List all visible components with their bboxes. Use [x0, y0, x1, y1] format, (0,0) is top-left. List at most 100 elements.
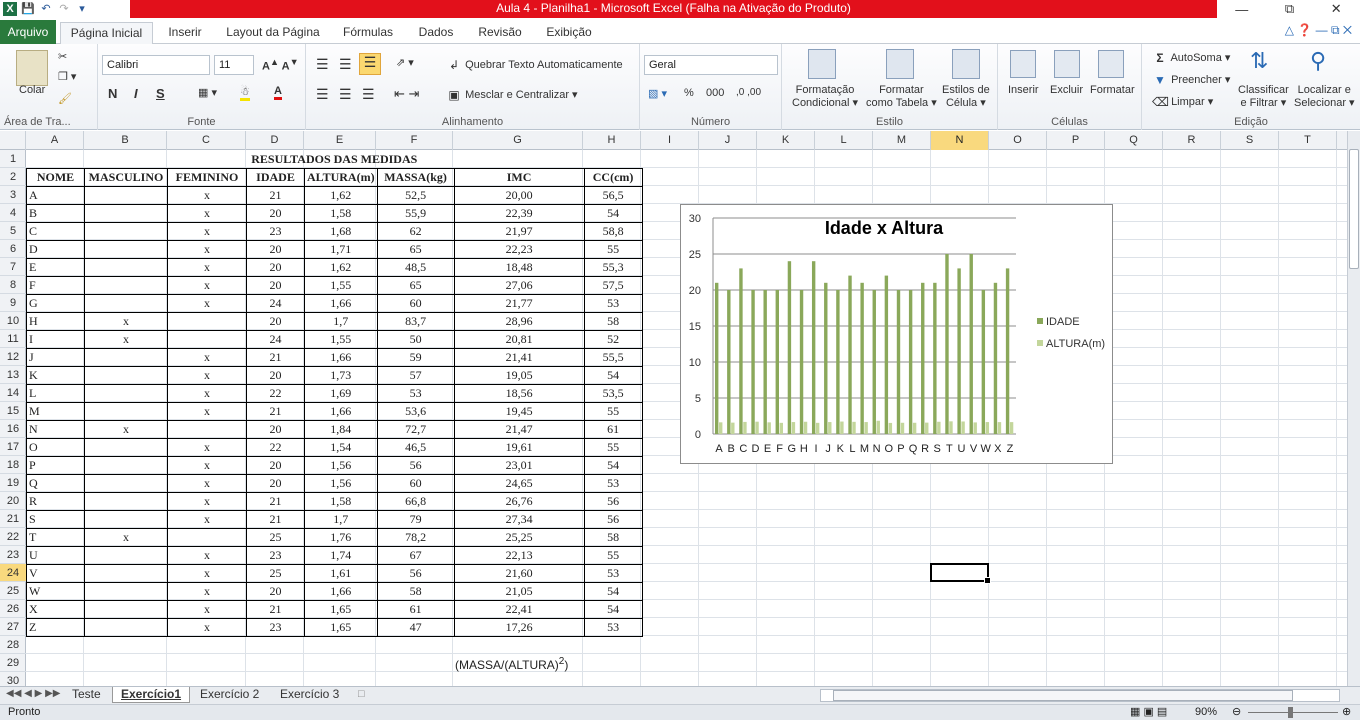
table-cell[interactable]: 20,81	[453, 329, 585, 349]
table-cell[interactable]: F	[26, 275, 85, 295]
table-cell[interactable]: 66,8	[376, 491, 455, 511]
table-cell[interactable]: 21,77	[453, 293, 585, 313]
table-cell[interactable]: 54	[583, 365, 643, 385]
table-cell[interactable]: 53,5	[583, 383, 643, 403]
percent-button[interactable]: %	[684, 87, 694, 99]
column-header-o[interactable]: O	[989, 131, 1047, 150]
column-label[interactable]: MASCULINO	[84, 167, 168, 187]
table-cell[interactable]: 23,01	[453, 455, 585, 475]
table-cell[interactable]: C	[26, 221, 85, 241]
table-cell[interactable]: 22,13	[453, 545, 585, 565]
table-cell[interactable]: 60	[376, 293, 455, 313]
table-cell[interactable]: 53	[376, 383, 455, 403]
tab-layout[interactable]: Layout da Página	[218, 22, 328, 44]
sheet-tab-exercicio1[interactable]: Exercício1	[112, 687, 191, 703]
align-top-icon[interactable]: ☰	[316, 56, 329, 73]
align-right-icon[interactable]: ☰	[362, 86, 375, 103]
table-cell[interactable]: 47	[376, 617, 455, 637]
table-cell[interactable]: B	[26, 203, 85, 223]
table-cell[interactable]: x	[167, 383, 247, 403]
table-cell[interactable]: 65	[376, 275, 455, 295]
column-header-l[interactable]: L	[815, 131, 873, 150]
table-cell[interactable]: 72,7	[376, 419, 455, 439]
table-cell[interactable]: 55	[583, 401, 643, 421]
column-label[interactable]: MASSA(kg)	[376, 167, 455, 187]
table-cell[interactable]: x	[167, 257, 247, 277]
italic-button[interactable]: I	[134, 86, 138, 101]
table-cell[interactable]: x	[167, 239, 247, 259]
row-header-22[interactable]: 22	[0, 528, 26, 546]
row-header-27[interactable]: 27	[0, 618, 26, 636]
tab-revisao[interactable]: Revisão	[468, 22, 532, 44]
format-cells-icon[interactable]	[1098, 50, 1124, 78]
table-cell[interactable]: 61	[376, 599, 455, 619]
table-cell[interactable]: 59	[376, 347, 455, 367]
column-header-t[interactable]: T	[1279, 131, 1337, 150]
table-cell[interactable]: 25,25	[453, 527, 585, 547]
table-cell[interactable]: E	[26, 257, 85, 277]
table-cell[interactable]	[84, 203, 168, 223]
sheet-tab-exercicio2[interactable]: Exercício 2	[192, 687, 267, 703]
table-cell[interactable]: x	[167, 599, 247, 619]
merge-center-button[interactable]: ▣ Mesclar e Centralizar ▾	[446, 87, 577, 103]
table-cell[interactable]: 22	[246, 383, 305, 403]
tab-dados[interactable]: Dados	[408, 22, 464, 44]
table-cell[interactable]: x	[167, 563, 247, 583]
table-cell[interactable]: 21,41	[453, 347, 585, 367]
table-cell[interactable]: 58,8	[583, 221, 643, 241]
table-cell[interactable]: 26,76	[453, 491, 585, 511]
table-cell[interactable]: M	[26, 401, 85, 421]
table-cell[interactable]	[84, 185, 168, 205]
table-cell[interactable]: 55	[583, 239, 643, 259]
zoom-slider-thumb[interactable]	[1288, 707, 1293, 718]
column-header-p[interactable]: P	[1047, 131, 1105, 150]
table-cell[interactable]	[84, 581, 168, 601]
table-cell[interactable]: 56	[583, 491, 643, 511]
table-cell[interactable]: x	[167, 437, 247, 457]
conditional-format-icon[interactable]	[808, 49, 836, 79]
table-cell[interactable]: x	[167, 455, 247, 475]
table-cell[interactable]: x	[167, 617, 247, 637]
column-header-c[interactable]: C	[167, 131, 246, 150]
row-header-24[interactable]: 24	[0, 564, 26, 582]
table-cell[interactable]: 53	[583, 617, 643, 637]
indent-icons[interactable]: ⇤ ⇥	[394, 86, 419, 102]
column-header-n[interactable]: N	[931, 131, 989, 150]
table-cell[interactable]: 61	[583, 419, 643, 439]
table-cell[interactable]: 24	[246, 329, 305, 349]
table-cell[interactable]: 22	[246, 437, 305, 457]
column-header-m[interactable]: M	[873, 131, 931, 150]
column-header-r[interactable]: R	[1163, 131, 1221, 150]
table-cell[interactable]: x	[84, 419, 168, 439]
row-header-7[interactable]: 7	[0, 258, 26, 276]
table-cell[interactable]: 55	[583, 437, 643, 457]
table-cell[interactable]	[84, 239, 168, 259]
table-cell[interactable]: x	[167, 185, 247, 205]
grow-font-icon[interactable]: A▲ A▼	[262, 57, 299, 73]
column-label[interactable]: IMC	[453, 167, 585, 187]
table-cell[interactable]: 57,5	[583, 275, 643, 295]
row-header-11[interactable]: 11	[0, 330, 26, 348]
tab-arquivo[interactable]: Arquivo	[0, 20, 56, 44]
column-header-b[interactable]: B	[84, 131, 167, 150]
row-header-6[interactable]: 6	[0, 240, 26, 258]
table-cell[interactable]: 18,48	[453, 257, 585, 277]
active-cell-cursor[interactable]	[930, 563, 991, 584]
table-cell[interactable]	[84, 365, 168, 385]
row-header-21[interactable]: 21	[0, 510, 26, 528]
underline-button[interactable]: S	[156, 86, 165, 101]
table-cell[interactable]: 1,76	[304, 527, 378, 547]
clear-button[interactable]: ⌫ Limpar ▾	[1152, 94, 1213, 110]
table-cell[interactable]: J	[26, 347, 85, 367]
row-header-9[interactable]: 9	[0, 294, 26, 312]
table-cell[interactable]: T	[26, 527, 85, 547]
row-header-28[interactable]: 28	[0, 636, 26, 654]
table-cell[interactable]: 22,41	[453, 599, 585, 619]
table-cell[interactable]: H	[26, 311, 85, 331]
format-table-icon[interactable]	[886, 49, 914, 79]
table-cell[interactable]: O	[26, 437, 85, 457]
table-cell[interactable]: 21	[246, 185, 305, 205]
borders-icon[interactable]: ▦ ▾	[198, 86, 217, 99]
undo-icon[interactable]: ↶	[39, 2, 53, 16]
table-cell[interactable]: 20,00	[453, 185, 585, 205]
